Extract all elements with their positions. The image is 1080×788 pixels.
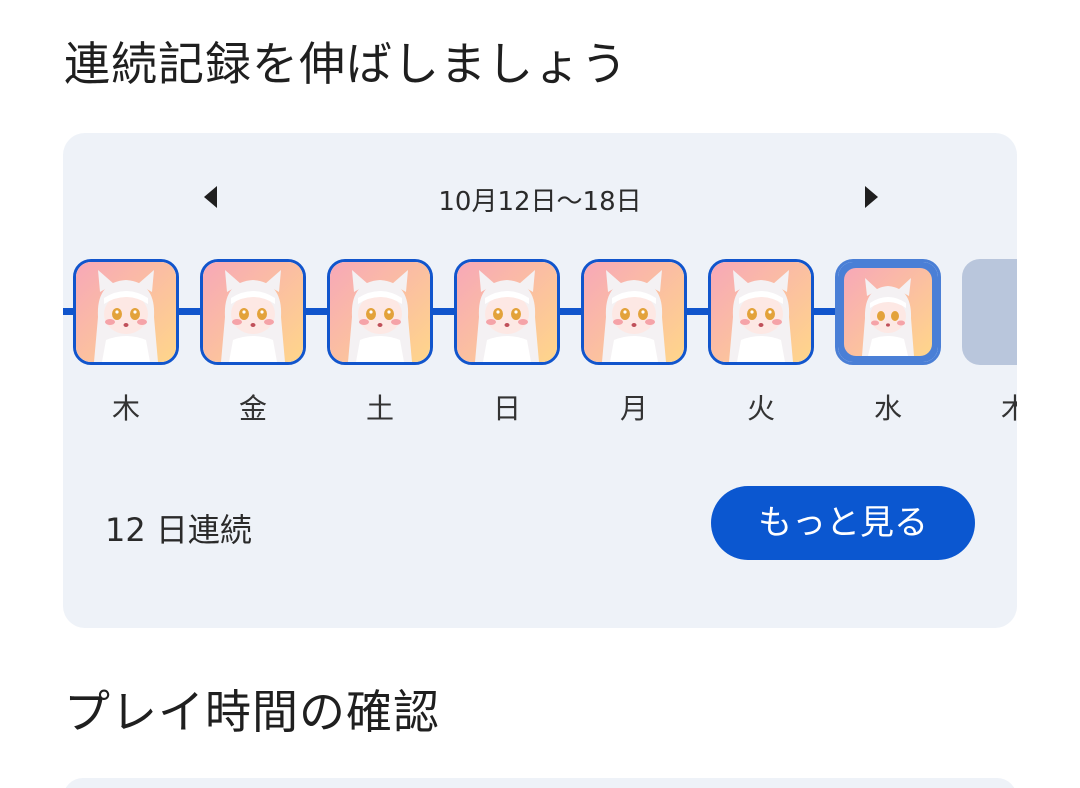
character-avatar-icon — [76, 262, 176, 362]
character-avatar-icon — [203, 262, 303, 362]
day-item-saturday[interactable]: 土 — [327, 259, 433, 427]
day-label: 土 — [365, 392, 394, 425]
day-tile-completed — [200, 259, 306, 365]
playtime-section-title: プレイ時間の確認 — [64, 685, 440, 739]
streak-section-title: 連続記録を伸ばしましょう — [64, 37, 628, 91]
streak-card: 10月12日〜18日 木 金 土 日 月 火 水 木 12 日連続 もっと見る — [63, 133, 1017, 628]
day-label: 日 — [492, 392, 521, 425]
day-item-thursday-future[interactable]: 木 — [962, 259, 1017, 427]
day-tile-completed — [454, 259, 560, 365]
day-label: 火 — [746, 392, 775, 425]
character-avatar-icon — [584, 262, 684, 362]
day-item-friday[interactable]: 金 — [200, 259, 306, 427]
day-label: 金 — [238, 392, 267, 425]
day-tile-future — [962, 259, 1017, 365]
day-tile-today — [835, 259, 941, 365]
streak-timeline: 木 金 土 日 月 火 水 木 — [63, 259, 1017, 425]
day-label: 月 — [619, 392, 648, 425]
day-tile-completed — [327, 259, 433, 365]
day-item-thursday[interactable]: 木 — [73, 259, 179, 427]
day-tile-completed — [581, 259, 687, 365]
day-label: 水 — [873, 392, 902, 425]
triangle-right-icon — [865, 186, 878, 208]
next-week-button[interactable] — [857, 183, 885, 211]
week-navigation: 10月12日〜18日 — [63, 173, 1017, 219]
day-item-sunday[interactable]: 日 — [454, 259, 560, 427]
day-item-monday[interactable]: 月 — [581, 259, 687, 427]
day-tile-completed — [708, 259, 814, 365]
see-more-button[interactable]: もっと見る — [711, 486, 975, 560]
page: 連続記録を伸ばしましょう 10月12日〜18日 木 金 土 日 月 火 水 木 … — [0, 0, 1080, 788]
character-avatar-icon — [838, 262, 938, 362]
playtime-card — [63, 778, 1017, 788]
day-label: 木 — [111, 392, 140, 425]
character-avatar-icon — [711, 262, 811, 362]
day-item-wednesday-today[interactable]: 水 — [835, 259, 941, 427]
streak-count-text: 12 日連続 — [105, 511, 252, 549]
character-avatar-icon — [330, 262, 430, 362]
day-tile-completed — [73, 259, 179, 365]
day-label: 木 — [1000, 392, 1017, 425]
character-avatar-icon — [457, 262, 557, 362]
day-item-tuesday[interactable]: 火 — [708, 259, 814, 427]
